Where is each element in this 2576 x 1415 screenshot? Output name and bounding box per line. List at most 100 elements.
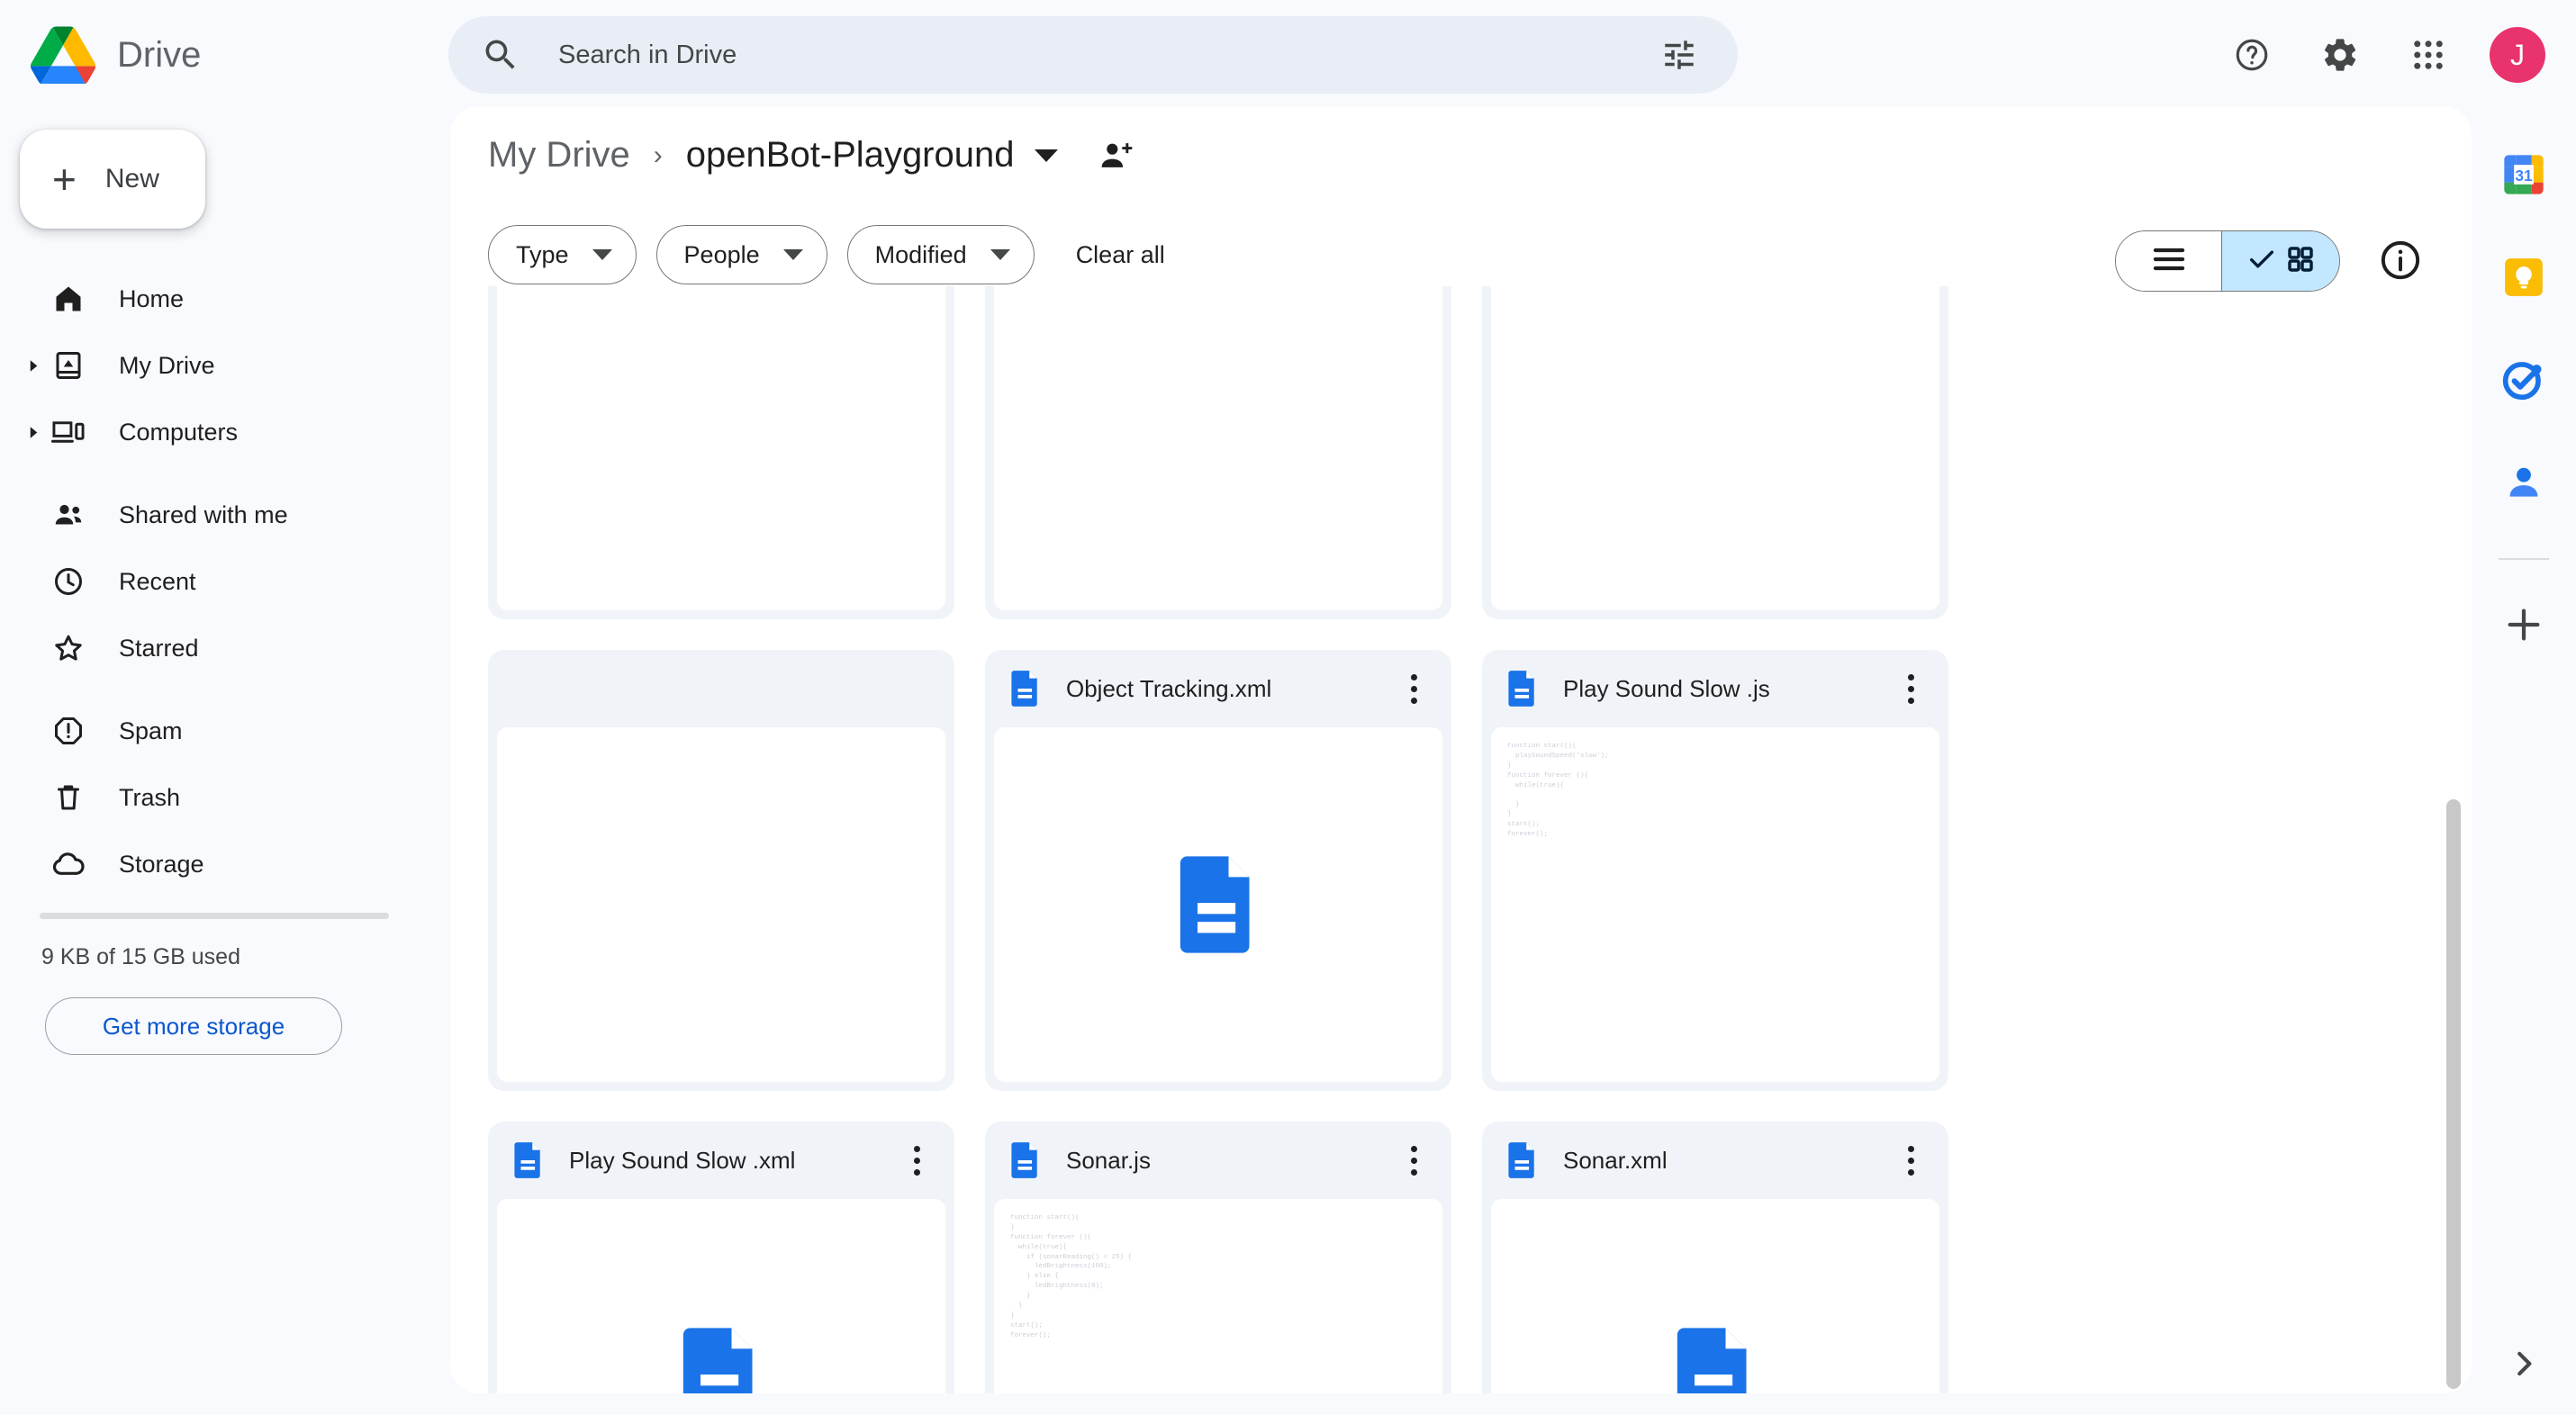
file-name: Object Tracking.xml: [1066, 674, 1272, 702]
file-card-preview: [994, 727, 1442, 1082]
sidebar-item-label: Recent: [119, 567, 196, 595]
app-header: Drive Search in Drive J: [0, 0, 2576, 110]
cloud-icon: [50, 846, 86, 882]
file-card-preview: [497, 727, 945, 1082]
file-name: Play Sound Slow .js: [1563, 674, 1770, 702]
sidebar-item-my-drive[interactable]: My Drive: [0, 337, 450, 394]
view-toggle-group: [2115, 230, 2340, 292]
sidebar-item-shared-with-me[interactable]: Shared with me: [0, 486, 450, 544]
add-people-icon[interactable]: [1096, 136, 1135, 176]
sidebar-item-label: My Drive: [119, 351, 215, 379]
search-input[interactable]: [558, 28, 1549, 82]
people-icon: [50, 497, 86, 533]
file-card[interactable]: Play Sound Slow .js function start(){ pl…: [1482, 650, 1948, 1091]
check-icon: [2246, 244, 2277, 279]
view-controls: [2115, 230, 2425, 292]
google-keep-icon[interactable]: [2497, 250, 2551, 304]
document-file-icon: [1010, 1142, 1041, 1178]
main-header: My Drive › openBot-Playground Type Peopl…: [450, 106, 2472, 292]
filter-chip-type[interactable]: Type: [488, 225, 637, 284]
file-card-partial[interactable]: [488, 650, 954, 1091]
breadcrumb-current-folder[interactable]: openBot-Playground: [686, 135, 1015, 176]
chevron-down-icon[interactable]: [1034, 149, 1058, 162]
file-more-options-icon[interactable]: [1884, 1133, 1938, 1187]
file-card-preview: function start(){ } function forever (){…: [994, 1199, 1442, 1393]
apps-grid-icon[interactable]: [2394, 21, 2463, 89]
help-icon[interactable]: [2218, 21, 2286, 89]
google-calendar-icon[interactable]: 31: [2497, 148, 2551, 202]
clear-all-button[interactable]: Clear all: [1076, 241, 1165, 269]
chevron-right-icon[interactable]: [23, 422, 43, 442]
filter-chip-modified[interactable]: Modified: [846, 225, 1035, 284]
file-name: Sonar.xml: [1563, 1146, 1668, 1174]
file-grid-area: Object Tracking.xml Play Sound Slow .js …: [450, 286, 2472, 1393]
grid-view-button[interactable]: [2222, 231, 2339, 291]
dot: [1907, 697, 1914, 704]
get-more-storage-button[interactable]: Get more storage: [45, 997, 342, 1055]
add-ons-plus-icon[interactable]: [2497, 598, 2551, 652]
document-file-icon: [513, 1142, 544, 1178]
dot: [913, 1145, 920, 1152]
file-more-options-icon[interactable]: [1387, 1133, 1441, 1187]
file-card-partial[interactable]: [488, 286, 954, 619]
file-card-header: Object Tracking.xml: [985, 650, 1451, 727]
breadcrumb-my-drive[interactable]: My Drive: [488, 135, 630, 176]
breadcrumb: My Drive › openBot-Playground: [488, 135, 1135, 176]
search-bar[interactable]: [448, 16, 1738, 94]
sidebar-item-trash[interactable]: Trash: [0, 769, 450, 826]
sidebar-item-spam[interactable]: Spam: [0, 702, 450, 760]
breadcrumb-separator: ›: [653, 140, 663, 170]
avatar[interactable]: J: [2490, 27, 2545, 83]
file-more-options-icon[interactable]: [1884, 662, 1938, 716]
chevron-down-icon: [592, 249, 612, 260]
rail-divider: [2499, 558, 2549, 560]
file-card-preview: [1491, 286, 1939, 610]
settings-gear-icon[interactable]: [2306, 21, 2374, 89]
file-more-options-icon[interactable]: [1387, 662, 1441, 716]
sidebar-item-home[interactable]: Home: [0, 270, 450, 328]
google-contacts-icon[interactable]: [2497, 455, 2551, 509]
vertical-scrollbar[interactable]: [2446, 799, 2461, 1389]
document-file-icon: [1507, 1142, 1538, 1178]
dot: [1907, 1145, 1914, 1152]
file-card-partial[interactable]: [985, 286, 1451, 619]
sidebar-item-recent[interactable]: Recent: [0, 553, 450, 610]
dot: [1410, 673, 1417, 680]
file-card[interactable]: Sonar.xml: [1482, 1122, 1948, 1393]
sidebar-item-starred[interactable]: Starred: [0, 619, 450, 677]
plus-icon: +: [52, 156, 77, 203]
google-drive-logo: [31, 26, 96, 86]
tune-filter-icon[interactable]: [1648, 23, 1711, 86]
info-icon[interactable]: [2378, 238, 2425, 284]
file-card-header: [488, 650, 954, 727]
dot: [913, 1168, 920, 1176]
sidebar-item-storage[interactable]: Storage: [0, 835, 450, 893]
brand-title: Drive: [117, 34, 202, 75]
storage-usage-text: 9 KB of 15 GB used: [41, 944, 240, 969]
file-card-partial[interactable]: [1482, 286, 1948, 619]
file-card[interactable]: Play Sound Slow .xml: [488, 1122, 954, 1393]
chip-label: Modified: [874, 240, 967, 268]
filter-chip-people[interactable]: People: [655, 225, 827, 284]
search-icon: [481, 35, 520, 75]
sidebar-item-computers[interactable]: Computers: [0, 403, 450, 461]
grid-view-icon: [2286, 245, 2315, 278]
chevron-right-icon[interactable]: [23, 356, 43, 375]
filter-chips: Type People Modified Clear all: [488, 225, 1165, 284]
google-tasks-icon[interactable]: [2497, 353, 2551, 407]
sidebar: + New Home My Drive Computers Shared wit…: [0, 110, 450, 1415]
dot: [1907, 673, 1914, 680]
sidebar-item-label: Trash: [119, 783, 181, 811]
new-button[interactable]: + New: [20, 130, 205, 229]
dot: [1907, 1168, 1914, 1176]
file-card[interactable]: Sonar.js function start(){ } function fo…: [985, 1122, 1451, 1393]
expand-side-panel-button[interactable]: [2472, 1332, 2576, 1395]
file-more-options-icon[interactable]: [890, 1133, 944, 1187]
home-icon: [50, 281, 86, 317]
file-card[interactable]: Object Tracking.xml: [985, 650, 1451, 1091]
list-view-button[interactable]: [2116, 231, 2222, 291]
dot: [1410, 1168, 1417, 1176]
document-file-icon-large: [1674, 1327, 1757, 1393]
file-card-preview: [497, 286, 945, 610]
dot: [1410, 1157, 1417, 1164]
